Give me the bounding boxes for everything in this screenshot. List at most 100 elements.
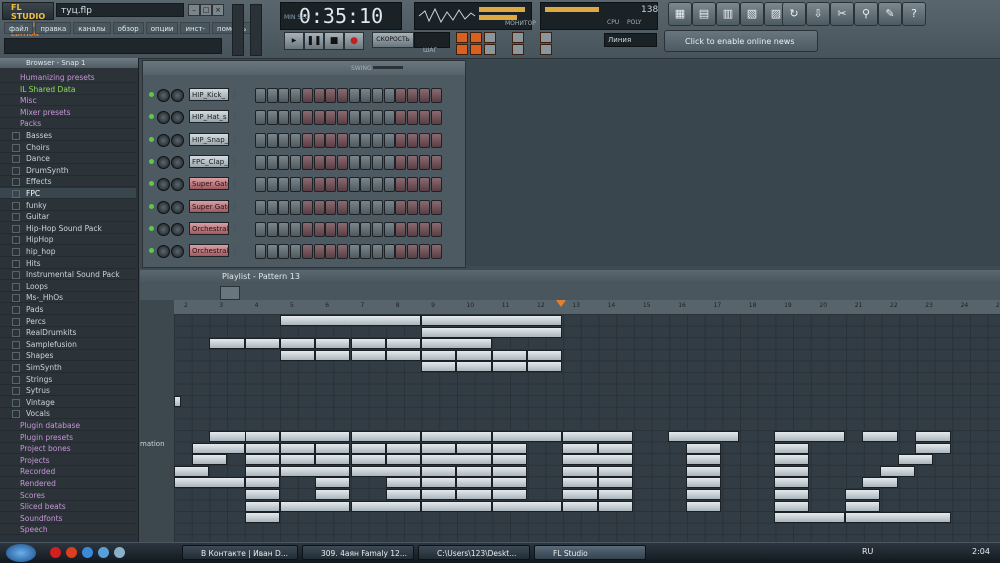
step-button[interactable] <box>360 177 372 193</box>
step-button[interactable] <box>278 221 290 237</box>
task-fl-studio[interactable]: FL Studio <box>534 545 646 560</box>
waveform-monitor[interactable]: МОНИТОР <box>414 2 536 30</box>
step-button[interactable] <box>348 199 360 215</box>
clock[interactable]: 2:04 <box>972 547 990 556</box>
browser-item[interactable]: Percs <box>0 316 136 327</box>
quicklaunch-icon-4[interactable] <box>98 547 109 558</box>
browser-item[interactable]: Strings <box>0 374 136 385</box>
pattern-clip[interactable] <box>491 465 527 477</box>
browser-item[interactable]: Loops <box>0 281 136 292</box>
pattern-clip[interactable] <box>491 454 527 466</box>
pattern-clip[interactable] <box>685 477 722 489</box>
browser-item[interactable]: Hip-Hop Sound Pack <box>0 223 136 234</box>
pattern-clip[interactable] <box>350 454 386 466</box>
pattern-clip[interactable] <box>421 361 457 373</box>
snap-select[interactable]: Линия <box>604 33 657 47</box>
tool-icon-3[interactable] <box>470 32 482 43</box>
step-button[interactable] <box>290 154 302 170</box>
cut-icon[interactable]: ✂ <box>830 2 854 26</box>
step-button[interactable] <box>395 132 407 148</box>
step-button[interactable] <box>418 110 430 126</box>
step-button[interactable] <box>407 221 419 237</box>
step-button[interactable] <box>407 110 419 126</box>
play-button[interactable]: ▶ <box>284 32 304 50</box>
pattern-clip[interactable] <box>279 454 316 466</box>
pattern-clip[interactable] <box>685 465 722 477</box>
browser-item[interactable]: Dance <box>0 153 136 165</box>
browser-item[interactable]: Recorded <box>0 466 136 478</box>
channel-select-indicator[interactable] <box>233 112 236 122</box>
step-button[interactable] <box>360 154 372 170</box>
step-button[interactable] <box>313 132 325 148</box>
step-button[interactable] <box>336 177 348 193</box>
pattern-clip[interactable] <box>315 489 351 500</box>
step-button[interactable] <box>407 244 419 260</box>
pattern-clip[interactable] <box>597 489 633 500</box>
pattern-clip[interactable] <box>597 477 633 489</box>
step-button[interactable] <box>383 132 395 148</box>
step-button[interactable] <box>278 244 290 260</box>
quicklaunch-icon-5[interactable] <box>114 547 125 558</box>
time-display[interactable]: MIN SEC 0:35:10 <box>280 2 402 30</box>
pattern-clip[interactable] <box>562 465 598 477</box>
step-button[interactable] <box>325 132 337 148</box>
step-button[interactable] <box>418 177 430 193</box>
step-button[interactable] <box>301 110 313 126</box>
browser-item[interactable]: Hits <box>0 258 136 269</box>
browser-item[interactable]: Misc <box>0 95 136 107</box>
step-button[interactable] <box>348 88 360 103</box>
pattern-clip[interactable] <box>844 500 880 512</box>
pattern-clip[interactable] <box>562 477 598 489</box>
channel-select-indicator[interactable] <box>233 223 236 233</box>
pianoroll-window-icon[interactable]: ▥ <box>716 2 740 26</box>
channel-mute-led[interactable] <box>149 158 154 164</box>
channel-volume-knob[interactable] <box>157 178 170 192</box>
browser-item[interactable]: IL Shared Data <box>0 84 136 95</box>
pattern-clip[interactable] <box>244 431 280 442</box>
pattern-clip[interactable] <box>774 454 810 466</box>
step-button[interactable] <box>348 154 360 170</box>
step-button[interactable] <box>325 177 337 193</box>
step-button[interactable] <box>313 154 325 170</box>
step-button[interactable] <box>360 221 372 237</box>
channel-mute-led[interactable] <box>149 92 154 97</box>
song-pattern-toggle[interactable]: СКОРОСТЬ <box>372 32 414 48</box>
step-button[interactable] <box>395 110 407 126</box>
step-button[interactable] <box>278 154 290 170</box>
browser-item[interactable]: Mixer presets <box>0 107 136 118</box>
browser-item[interactable]: Soundfonts <box>0 513 136 524</box>
step-button[interactable] <box>255 177 266 193</box>
step-button[interactable] <box>301 88 313 103</box>
step-button[interactable] <box>430 221 442 237</box>
stepseq-window-icon[interactable]: ▤ <box>692 2 716 26</box>
browser-item[interactable]: Sytrus <box>0 385 136 397</box>
step-button[interactable] <box>407 154 419 170</box>
pattern-clip[interactable] <box>421 326 563 338</box>
step-button[interactable] <box>418 154 430 170</box>
step-button[interactable] <box>301 244 313 260</box>
pattern-clip[interactable] <box>491 442 527 454</box>
browser-item[interactable]: Choirs <box>0 142 136 153</box>
step-button[interactable] <box>336 221 348 237</box>
pattern-clip[interactable] <box>491 431 563 442</box>
channel-select-indicator[interactable] <box>233 179 236 189</box>
step-button[interactable] <box>313 88 325 103</box>
pattern-clip[interactable] <box>685 489 722 500</box>
pattern-clip[interactable] <box>350 465 422 477</box>
step-button[interactable] <box>336 110 348 126</box>
step-button[interactable] <box>255 110 266 126</box>
pattern-clip[interactable] <box>597 442 633 454</box>
channel-volume-knob[interactable] <box>157 155 170 169</box>
step-button[interactable] <box>418 244 430 260</box>
channel-volume-knob[interactable] <box>157 245 170 259</box>
pattern-clip[interactable] <box>244 442 280 454</box>
pattern-clip[interactable] <box>279 431 351 442</box>
browser-item[interactable]: Scores <box>0 490 136 501</box>
search-icon[interactable]: ⚲ <box>854 2 878 26</box>
pattern-clip[interactable] <box>385 338 422 350</box>
swing-slider[interactable] <box>373 66 403 69</box>
pattern-clip[interactable] <box>350 500 422 512</box>
pattern-clip[interactable] <box>209 338 245 350</box>
pattern-clip[interactable] <box>562 489 598 500</box>
menu-item-4[interactable]: опции <box>145 22 179 34</box>
